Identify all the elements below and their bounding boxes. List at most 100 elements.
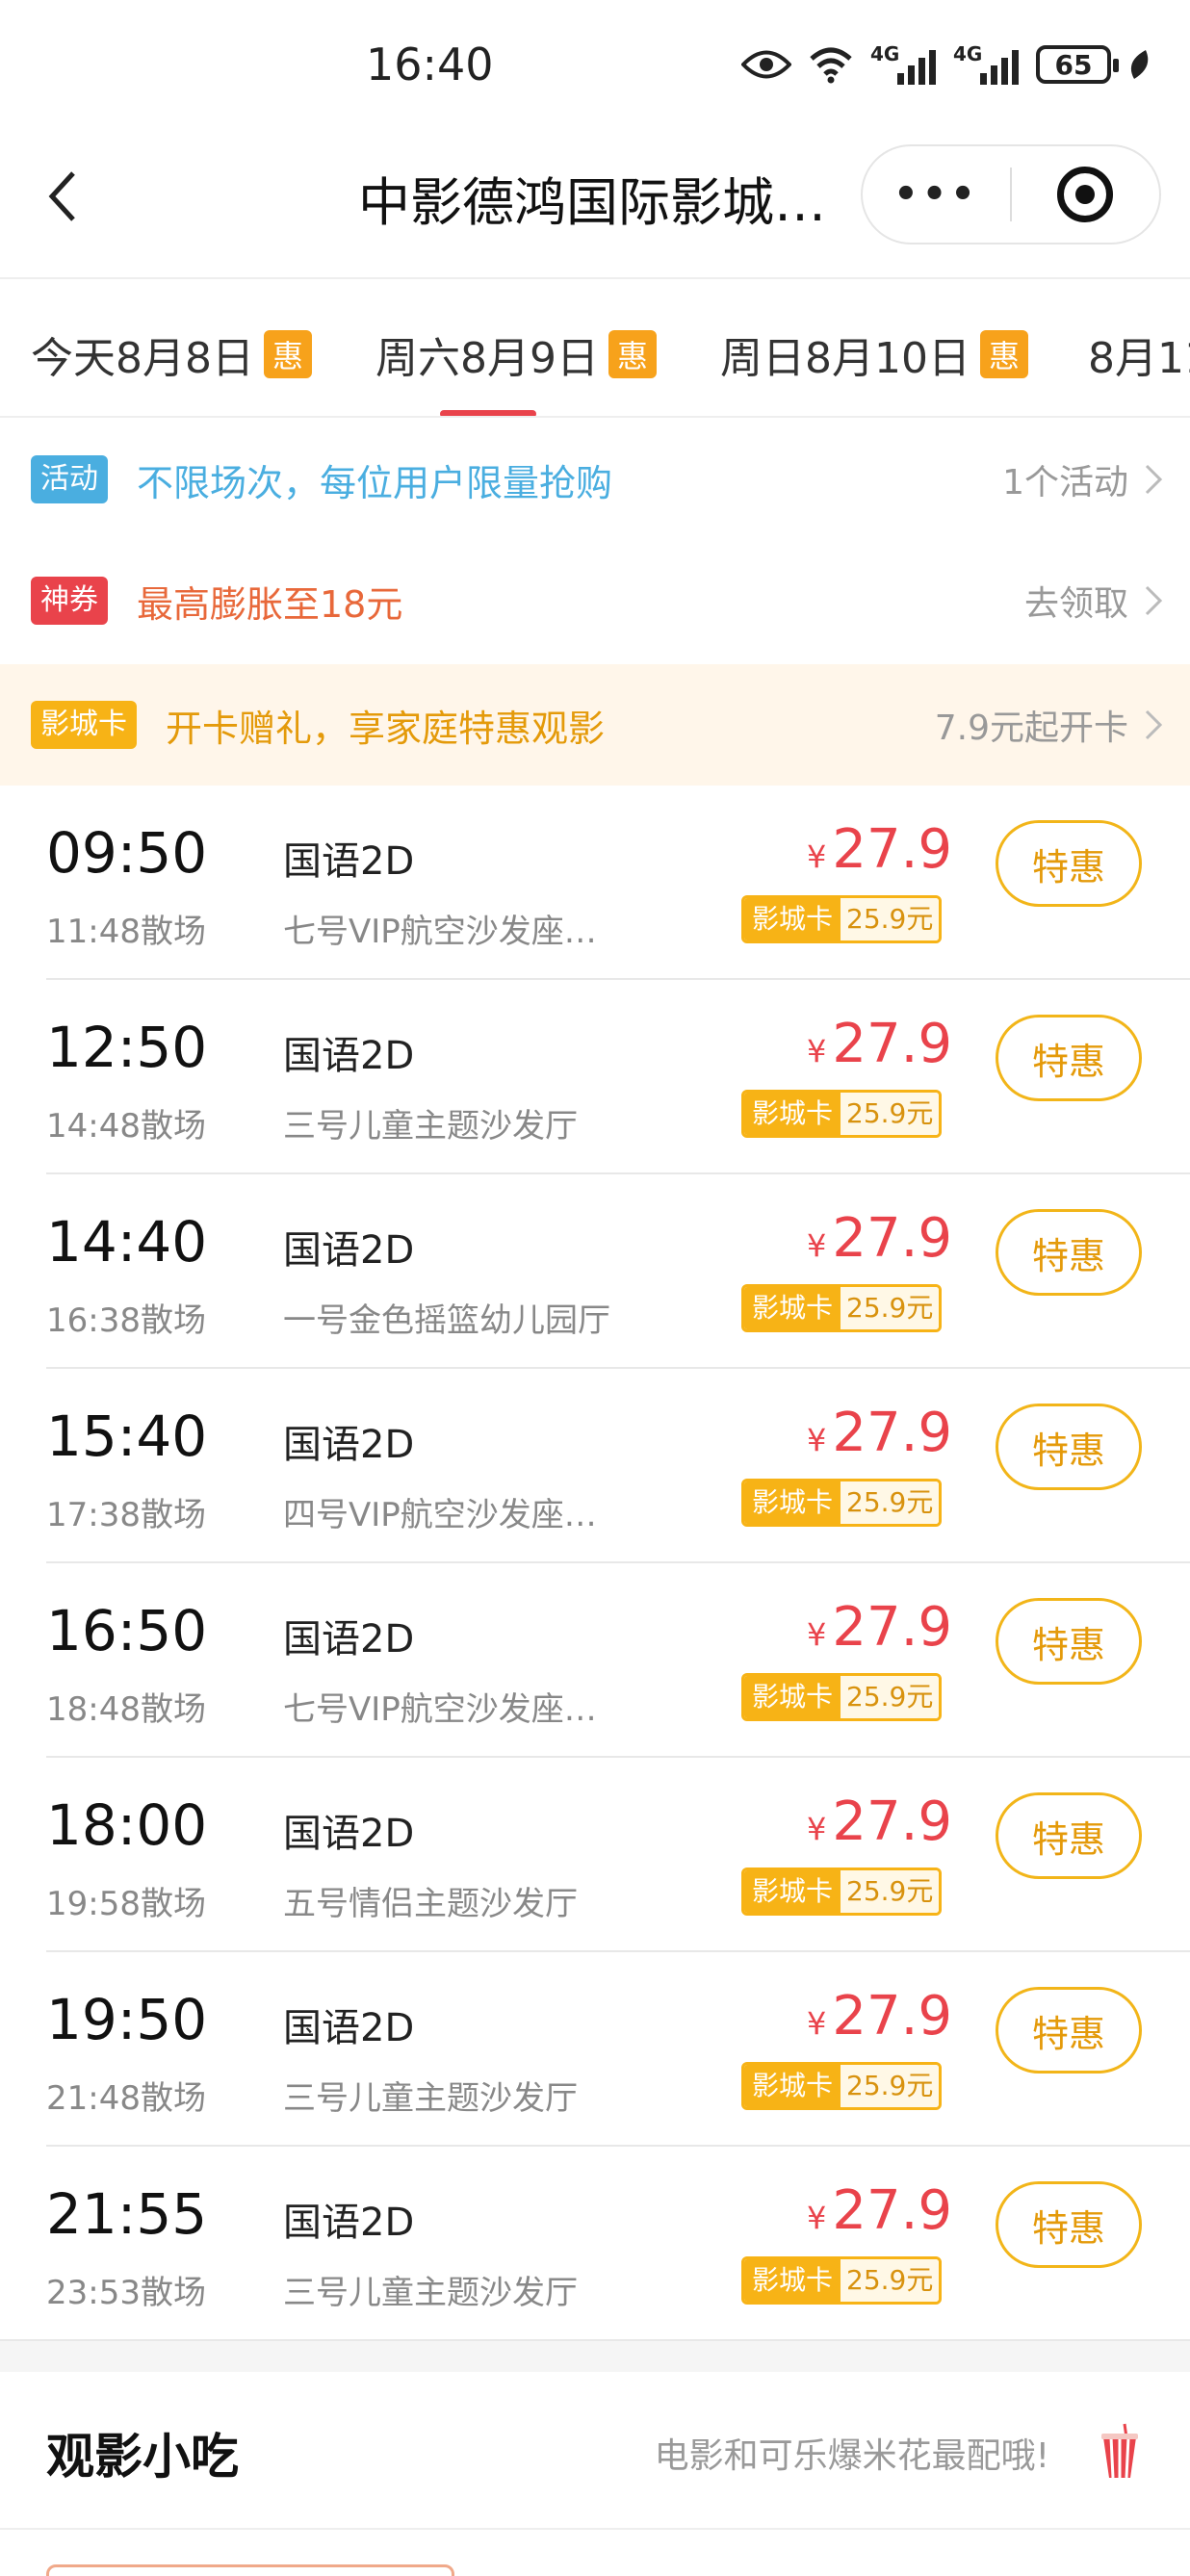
- promo-card-banner[interactable]: 影城卡 开卡赠礼，享家庭特惠观影 7.9元起开卡: [0, 664, 1190, 786]
- promo-activity-row[interactable]: 活动 不限场次，每位用户限量抢购 1个活动: [0, 422, 1190, 537]
- card-price-badge: 影城卡 25.9元: [741, 1090, 943, 1138]
- activity-tag: 活动: [31, 455, 108, 503]
- card-price-badge: 影城卡 25.9元: [741, 1284, 943, 1332]
- discount-badge: 惠: [979, 330, 1028, 378]
- hall-name: 四号VIP航空沙发座…: [283, 1496, 597, 1534]
- card-price: 25.9元: [841, 2259, 940, 2302]
- coupon-text: 最高膨胀至18元: [137, 582, 403, 626]
- more-dots-icon: •••: [893, 172, 979, 217]
- language-format: 国语2D: [283, 2006, 415, 2050]
- activity-text: 不限场次，每位用户限量抢购: [137, 461, 613, 504]
- card-label: 影城卡: [744, 898, 841, 940]
- card-price-badge: 影城卡 25.9元: [741, 2256, 943, 2305]
- tab-date-today[interactable]: 今天8月8日 惠: [31, 323, 312, 385]
- buy-ticket-button[interactable]: 特惠: [996, 1015, 1142, 1101]
- card-label: 影城卡: [744, 1870, 841, 1913]
- showtime-row[interactable]: 18:00 19:58散场 国语2D 五号情侣主题沙发厅 ¥27.9 影城卡 25.9元 特惠: [0, 1758, 1190, 1952]
- price: ¥27.9: [807, 1402, 952, 1464]
- start-time: 12:50: [46, 1015, 208, 1080]
- card-price: 25.9元: [841, 2065, 940, 2107]
- start-time: 18:00: [46, 1792, 208, 1858]
- currency-symbol: ¥: [807, 2200, 827, 2236]
- end-time: 18:48散场: [46, 1690, 206, 1729]
- eye-icon: [741, 50, 791, 79]
- card-label: 影城卡: [744, 1676, 841, 1718]
- coupon-claim-link: 去领取: [1023, 584, 1128, 624]
- buy-ticket-button[interactable]: 特惠: [996, 1987, 1142, 2074]
- buy-ticket-button[interactable]: 特惠: [996, 1792, 1142, 1879]
- start-time: 21:55: [46, 2181, 208, 2247]
- price: ¥27.9: [807, 2179, 952, 2242]
- promo-coupon-row[interactable]: 神券 最高膨胀至18元 去领取: [0, 543, 1190, 658]
- price-value: 27.9: [832, 2179, 953, 2242]
- showtime-row[interactable]: 15:40 17:38散场 国语2D 四号VIP航空沙发座… ¥27.9 影城卡 25.9元…: [0, 1369, 1190, 1563]
- showtime-row[interactable]: 19:50 21:48散场 国语2D 三号儿童主题沙发厅 ¥27.9 影城卡 25.9元 特惠: [0, 1952, 1190, 2147]
- page-title: 中影德鸿国际影城…: [358, 172, 826, 233]
- showtime-row[interactable]: 09:50 11:48散场 国语2D 七号VIP航空沙发座… ¥27.9 影城卡 25.9元…: [0, 786, 1190, 980]
- language-format: 国语2D: [283, 839, 415, 884]
- more-button[interactable]: •••: [863, 172, 1010, 217]
- snack-item-card[interactable]: [46, 2564, 454, 2576]
- card-price-badge: 影城卡 25.9元: [741, 2062, 943, 2110]
- price: ¥27.9: [807, 1596, 952, 1659]
- end-time: 16:38散场: [46, 1301, 206, 1340]
- hall-name: 七号VIP航空沙发座…: [283, 913, 597, 951]
- showtime-row[interactable]: 21:55 23:53散场 国语2D 三号儿童主题沙发厅 ¥27.9 影城卡 25.9元 特惠: [0, 2147, 1190, 2341]
- card-label: 影城卡: [744, 2065, 841, 2107]
- price-value: 27.9: [832, 1207, 953, 1270]
- coupon-tag: 神券: [31, 577, 108, 625]
- status-time: 16:40: [366, 39, 494, 90]
- chevron-left-icon: [48, 171, 75, 221]
- start-time: 16:50: [46, 1598, 208, 1663]
- hall-name: 三号儿童主题沙发厅: [283, 2079, 578, 2118]
- tab-label: 8月11: [1088, 334, 1190, 383]
- battery-icon: 65: [1036, 45, 1119, 84]
- buy-ticket-button[interactable]: 特惠: [996, 820, 1142, 907]
- date-tabs: 今天8月8日 惠 周六8月9日 惠 周日8月10日 惠 8月11: [0, 281, 1190, 418]
- tab-label: 今天8月8日: [31, 334, 254, 383]
- buy-ticket-button[interactable]: 特惠: [996, 1598, 1142, 1685]
- battery-level: 65: [1054, 48, 1093, 81]
- currency-symbol: ¥: [807, 1422, 827, 1458]
- card-price-badge: 影城卡 25.9元: [741, 895, 943, 943]
- price: ¥27.9: [807, 1013, 952, 1075]
- snacks-title: 观影小吃: [46, 2429, 239, 2485]
- currency-symbol: ¥: [807, 838, 827, 875]
- price-value: 27.9: [832, 1596, 953, 1659]
- buy-ticket-button[interactable]: 特惠: [996, 1209, 1142, 1296]
- price-value: 27.9: [832, 1013, 953, 1075]
- card-price-badge: 影城卡 25.9元: [741, 1673, 943, 1721]
- tab-date-monday[interactable]: 8月11: [1088, 323, 1190, 385]
- back-button[interactable]: [42, 167, 100, 235]
- mini-program-capsule: •••: [861, 144, 1161, 245]
- cinema-card-tag: 影城卡: [31, 701, 137, 749]
- tab-date-sunday[interactable]: 周日8月10日 惠: [720, 323, 1028, 385]
- showtime-row[interactable]: 12:50 14:48散场 国语2D 三号儿童主题沙发厅 ¥27.9 影城卡 25.9元 特惠: [0, 980, 1190, 1174]
- showtime-row[interactable]: 14:40 16:38散场 国语2D 一号金色摇篮幼儿园厅 ¥27.9 影城卡 25.9元 特…: [0, 1174, 1190, 1369]
- price: ¥27.9: [807, 1790, 952, 1853]
- cellular-signal-icon-2: 4G: [953, 42, 1019, 85]
- start-time: 19:50: [46, 1987, 208, 2052]
- cinema-card-price: 7.9元起开卡: [934, 708, 1128, 748]
- close-mini-program-button[interactable]: [1012, 167, 1159, 222]
- price-value: 27.9: [832, 818, 953, 881]
- card-price: 25.9元: [841, 1481, 940, 1524]
- buy-ticket-button[interactable]: 特惠: [996, 1404, 1142, 1490]
- buy-ticket-button[interactable]: 特惠: [996, 2181, 1142, 2268]
- language-format: 国语2D: [283, 1617, 415, 1662]
- end-time: 21:48散场: [46, 2079, 206, 2118]
- cinema-card-text: 开卡赠礼，享家庭特惠观影: [166, 707, 606, 750]
- end-time: 14:48散场: [46, 1107, 206, 1146]
- tabs-divider: [0, 416, 1190, 418]
- showtime-row[interactable]: 16:50 18:48散场 国语2D 七号VIP航空沙发座… ¥27.9 影城卡 25.9元…: [0, 1563, 1190, 1758]
- nav-bar: 中影德鸿国际影城… •••: [0, 135, 1190, 279]
- currency-symbol: ¥: [807, 1033, 827, 1069]
- start-time: 15:40: [46, 1404, 208, 1469]
- leaf-icon: [1130, 50, 1149, 79]
- start-time: 14:40: [46, 1209, 208, 1275]
- end-time: 23:53散场: [46, 2274, 206, 2312]
- tab-date-saturday[interactable]: 周六8月9日 惠: [375, 323, 657, 385]
- snacks-divider: [0, 2528, 1190, 2530]
- nav-divider: [0, 277, 1190, 279]
- hall-name: 五号情侣主题沙发厅: [283, 1885, 578, 1923]
